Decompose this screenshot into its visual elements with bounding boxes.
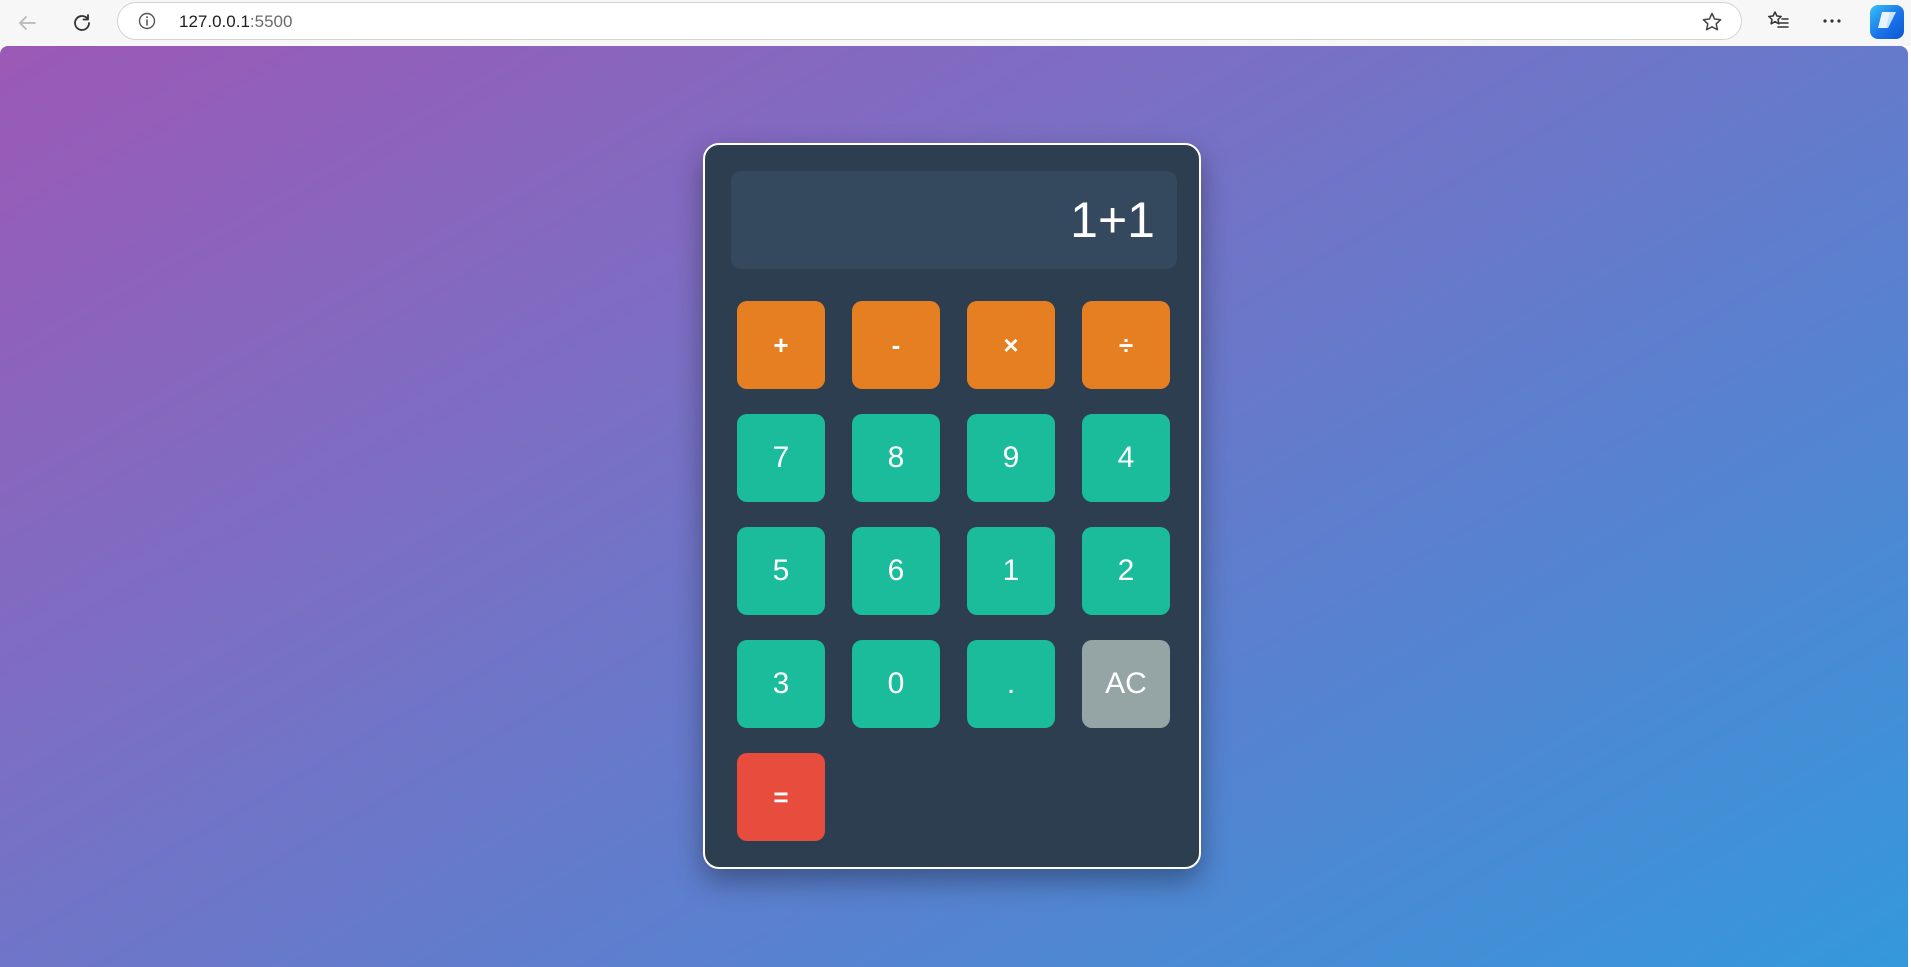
back-button[interactable] [10,6,44,40]
address-bar[interactable]: 127.0.0.1:5500 [117,2,1742,40]
copilot-button[interactable] [1870,5,1904,39]
star-icon[interactable] [1701,11,1723,33]
decimal-button[interactable]: . [967,640,1055,728]
info-icon[interactable] [138,12,156,30]
digit-9-button[interactable]: 9 [967,414,1055,502]
digit-7-button[interactable]: 7 [737,414,825,502]
digit-3-button[interactable]: 3 [737,640,825,728]
keypad: + - × ÷ 7 8 9 4 5 6 1 2 3 0. AC = [737,301,1171,841]
subtract-button[interactable]: - [852,301,940,389]
more-icon [1821,10,1843,37]
digit-8-button[interactable]: 8 [852,414,940,502]
digit-6-button[interactable]: 6 [852,527,940,615]
digit-2-button[interactable]: 2 [1082,527,1170,615]
browser-toolbar: 127.0.0.1:5500 [0,0,1911,46]
multiply-button[interactable]: × [967,301,1055,389]
url-text[interactable]: 127.0.0.1:5500 [179,3,292,41]
calculator: 1+1 + - × ÷ 7 8 9 4 5 6 1 2 3 0. AC = [703,143,1201,869]
copilot-icon [1875,8,1899,37]
refresh-icon [71,12,93,34]
divide-button[interactable]: ÷ [1082,301,1170,389]
arrow-left-icon [16,12,38,34]
url-port: :5500 [249,12,293,31]
digit-0-button[interactable]: 0 [852,640,940,728]
url-host: 127.0.0.1 [179,12,250,31]
calculator-display: 1+1 [731,171,1177,269]
reload-button[interactable] [65,6,99,40]
clear-button[interactable]: AC [1082,640,1170,728]
favorites-list-icon [1766,9,1790,38]
digit-5-button[interactable]: 5 [737,527,825,615]
digit-4-button[interactable]: 4 [1082,414,1170,502]
page-viewport: 1+1 + - × ÷ 7 8 9 4 5 6 1 2 3 0. AC = [0,46,1908,967]
favorites-button[interactable] [1761,6,1795,40]
equals-button[interactable]: = [737,753,825,841]
menu-button[interactable] [1815,6,1849,40]
digit-1-button[interactable]: 1 [967,527,1055,615]
add-button[interactable]: + [737,301,825,389]
